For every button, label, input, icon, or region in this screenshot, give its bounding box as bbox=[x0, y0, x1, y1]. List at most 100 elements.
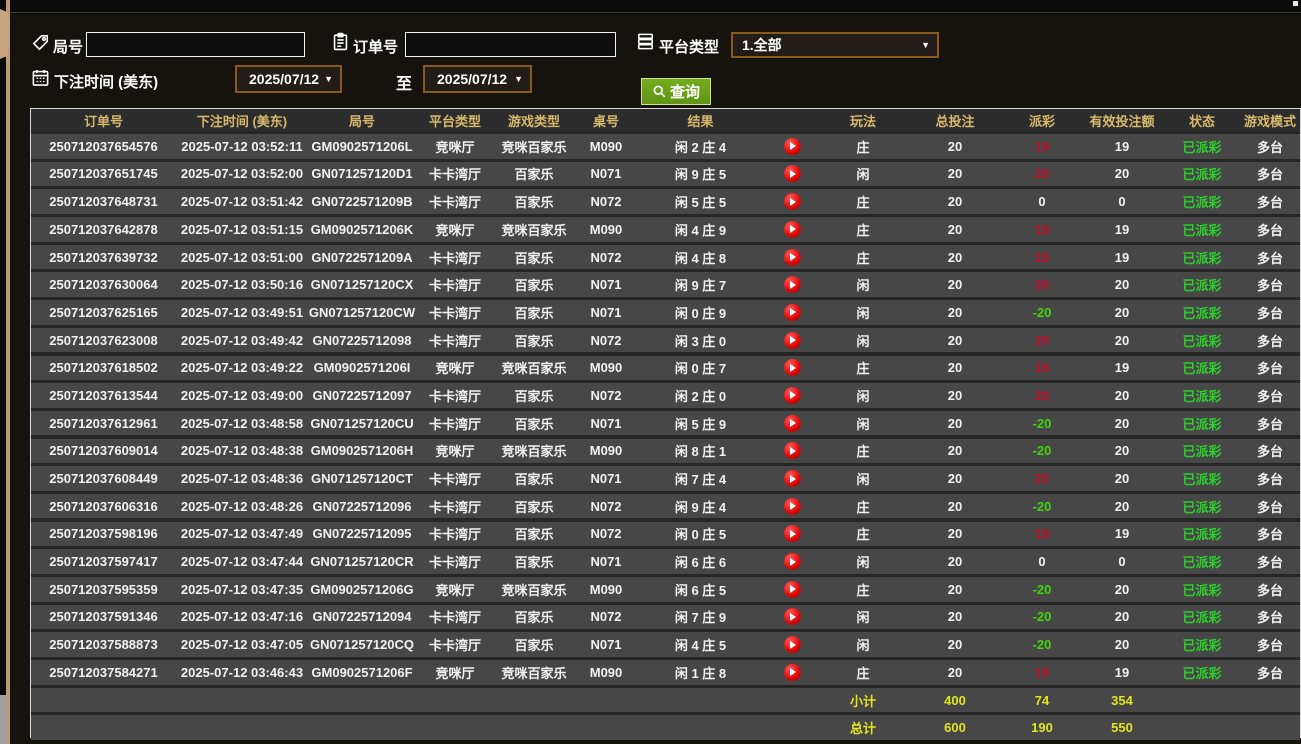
cell-time: 2025-07-12 03:47:35 bbox=[180, 581, 304, 597]
cell-status: 已派彩 bbox=[1182, 444, 1222, 460]
cell-bet_type: 闲 bbox=[856, 610, 870, 626]
tag-icon bbox=[31, 33, 50, 52]
subtotal-row-payout: 74 bbox=[1034, 692, 1050, 708]
cell-bet_type: 庄 bbox=[856, 195, 870, 211]
cell-game: 竞咪百家乐 bbox=[501, 665, 567, 681]
play-video-button[interactable] bbox=[783, 663, 801, 681]
left-edge-strip bbox=[0, 0, 10, 744]
window-corner-dot bbox=[1293, 1, 1298, 6]
play-video-button[interactable] bbox=[783, 608, 801, 626]
cell-result: 闲 8 庄 1 bbox=[674, 444, 727, 460]
bet-time-label: 下注时间 (美东) bbox=[54, 74, 159, 91]
cell-game: 百家乐 bbox=[514, 305, 554, 321]
cell-round: GN071257120CQ bbox=[309, 637, 415, 653]
cell-round: GM0902571206L bbox=[311, 138, 413, 154]
round-no-input[interactable] bbox=[86, 32, 305, 57]
cell-mode: 多台 bbox=[1256, 278, 1283, 294]
cell-total_bet: 20 bbox=[947, 664, 963, 680]
cell-payout: -20 bbox=[1032, 443, 1052, 459]
table-row: 250712037618502 2025-07-12 03:49:22 GM0902… bbox=[31, 355, 1300, 381]
cell-round: GM0902571206I bbox=[313, 360, 411, 376]
cell-order: 250712037623008 bbox=[49, 332, 158, 348]
cell-order: 250712037595359 bbox=[49, 581, 158, 597]
cell-valid_bet: 20 bbox=[1114, 332, 1130, 348]
play-video-button[interactable] bbox=[783, 525, 801, 543]
cell-table_no: M090 bbox=[589, 664, 623, 680]
date-from-picker[interactable]: 2025/07/12 ▼ bbox=[235, 65, 342, 93]
cell-play bbox=[763, 328, 821, 353]
cell-order: 250712037597417 bbox=[49, 554, 158, 570]
total-row-spacer bbox=[638, 715, 763, 740]
play-video-button[interactable] bbox=[783, 331, 801, 349]
table-row: 250712037598196 2025-07-12 03:47:49 GN0722… bbox=[31, 521, 1300, 547]
cell-platform: 卡卡湾厅 bbox=[428, 195, 481, 211]
play-video-button[interactable] bbox=[783, 248, 801, 266]
cell-result: 闲 0 庄 9 bbox=[674, 305, 727, 321]
cell-table_no: N072 bbox=[590, 249, 622, 265]
play-video-button[interactable] bbox=[783, 553, 801, 571]
play-video-button[interactable] bbox=[783, 580, 801, 598]
cell-play bbox=[763, 217, 821, 242]
search-button[interactable]: 查询 bbox=[641, 78, 711, 105]
total-row-spacer bbox=[31, 715, 176, 740]
cell-game: 百家乐 bbox=[514, 638, 554, 654]
cell-payout: 20 bbox=[1034, 166, 1050, 182]
cell-total_bet: 20 bbox=[947, 138, 963, 154]
play-video-button[interactable] bbox=[783, 497, 801, 515]
cell-play bbox=[763, 549, 821, 574]
bet-records-screen: 局号 订单号 平台类型 1.全部 ▼ 下注时间 (美东) 2025/07/12 … bbox=[0, 0, 1301, 744]
cell-status: 已派彩 bbox=[1182, 416, 1222, 432]
cell-bet_type: 闲 bbox=[856, 167, 870, 183]
cell-payout: 20 bbox=[1034, 332, 1050, 348]
platform-type-selected-value: 1.全部 bbox=[742, 37, 782, 53]
cell-table_no: N072 bbox=[590, 609, 622, 625]
cell-play bbox=[763, 356, 821, 381]
cell-game: 竞咪百家乐 bbox=[501, 222, 567, 238]
play-video-button[interactable] bbox=[783, 359, 801, 377]
cell-mode: 多台 bbox=[1256, 444, 1283, 460]
cell-payout: -20 bbox=[1032, 609, 1052, 625]
play-video-button[interactable] bbox=[783, 165, 801, 183]
total-row-spacer bbox=[763, 715, 821, 740]
cell-table_no: N072 bbox=[590, 526, 622, 542]
cell-time: 2025-07-12 03:48:26 bbox=[180, 498, 304, 514]
cell-platform: 竞咪厅 bbox=[435, 222, 475, 238]
cell-game: 百家乐 bbox=[514, 388, 554, 404]
cell-status: 已派彩 bbox=[1182, 472, 1222, 487]
play-video-button[interactable] bbox=[783, 636, 801, 654]
play-video-button[interactable] bbox=[783, 386, 801, 404]
play-video-button[interactable] bbox=[783, 137, 801, 155]
cell-mode: 多台 bbox=[1256, 222, 1283, 238]
column-header-bet_type: 玩法 bbox=[849, 113, 876, 129]
date-from-value: 2025/07/12 bbox=[249, 71, 320, 87]
cell-result: 闲 9 庄 7 bbox=[674, 278, 727, 294]
cell-result: 闲 3 庄 0 bbox=[674, 333, 727, 349]
column-header-status: 状态 bbox=[1188, 113, 1215, 129]
cell-valid_bet: 20 bbox=[1114, 415, 1130, 431]
order-no-input[interactable] bbox=[405, 32, 616, 57]
table-row: 250712037651745 2025-07-12 03:52:00 GN0712… bbox=[31, 161, 1300, 187]
cell-valid_bet: 19 bbox=[1114, 360, 1130, 376]
cell-result: 闲 0 庄 7 bbox=[674, 361, 727, 377]
cell-mode: 多台 bbox=[1256, 555, 1283, 571]
play-video-button[interactable] bbox=[783, 303, 801, 321]
cell-order: 250712037588873 bbox=[49, 637, 158, 653]
cell-payout: 20 bbox=[1034, 471, 1050, 486]
cell-valid_bet: 19 bbox=[1114, 249, 1130, 265]
platform-type-select[interactable]: 1.全部 ▼ bbox=[731, 32, 939, 58]
cell-mode: 多台 bbox=[1256, 665, 1283, 681]
play-video-button[interactable] bbox=[783, 442, 801, 460]
play-video-button[interactable] bbox=[783, 276, 801, 294]
play-video-button[interactable] bbox=[783, 193, 801, 211]
cell-total_bet: 20 bbox=[947, 415, 963, 431]
cell-valid_bet: 19 bbox=[1114, 664, 1130, 680]
cell-status: 已派彩 bbox=[1182, 555, 1222, 571]
play-video-button[interactable] bbox=[783, 470, 801, 487]
left-edge-gray-block bbox=[0, 695, 7, 744]
table-row: 250712037606316 2025-07-12 03:48:26 GN0722… bbox=[31, 493, 1300, 519]
play-video-button[interactable] bbox=[783, 414, 801, 432]
play-video-button[interactable] bbox=[783, 220, 801, 238]
date-to-picker[interactable]: 2025/07/12 ▼ bbox=[423, 65, 532, 93]
cell-table_no: N071 bbox=[590, 637, 622, 653]
cell-valid_bet: 19 bbox=[1114, 221, 1130, 237]
